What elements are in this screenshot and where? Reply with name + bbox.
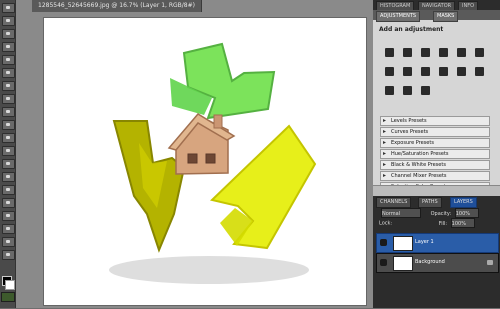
document-area: 1285546_52645669.jpg @ 16.7% (Layer 1, R… <box>16 0 373 308</box>
adjustments-footer <box>373 185 500 196</box>
threshold-icon[interactable] <box>385 86 394 95</box>
pen-tool-icon[interactable] <box>2 185 15 195</box>
adjustments-title: Add an adjustment <box>379 26 444 33</box>
photo-filter-icon[interactable] <box>421 67 431 76</box>
tab-channels[interactable]: CHANNELS <box>376 197 412 208</box>
type-tool-icon[interactable] <box>2 198 15 208</box>
clone-stamp-tool-icon[interactable] <box>2 107 15 117</box>
visibility-eye-icon[interactable] <box>380 259 387 266</box>
lock-icon <box>487 260 493 265</box>
invert-icon[interactable] <box>457 67 467 76</box>
canvas[interactable] <box>44 18 366 305</box>
blend-mode-select[interactable]: Normal <box>381 208 421 218</box>
color-balance-icon[interactable] <box>385 67 394 76</box>
exposure-icon[interactable] <box>439 48 449 57</box>
hue-saturation-icon[interactable] <box>475 48 485 57</box>
visibility-eye-icon[interactable] <box>380 239 387 246</box>
chimney <box>213 114 223 129</box>
preset-black-white[interactable]: Black & White Presets <box>380 160 490 170</box>
gradient-tool-icon[interactable] <box>2 146 15 156</box>
posterize-icon[interactable] <box>475 67 485 76</box>
brush-tool-icon[interactable] <box>2 94 15 104</box>
tab-masks[interactable]: MASKS <box>433 11 459 22</box>
lock-row: Lock: Fill: 100% <box>379 218 497 228</box>
move-tool-icon[interactable] <box>2 3 15 13</box>
tab-adjustments[interactable]: ADJUSTMENTS <box>376 11 421 22</box>
layer-row-layer-1[interactable]: Layer 1 <box>376 233 499 253</box>
healing-brush-tool-icon[interactable] <box>2 81 15 91</box>
document-tab[interactable]: 1285546_52645669.jpg @ 16.7% (Layer 1, R… <box>32 0 202 12</box>
blend-row: Normal Opacity: 100% <box>379 208 497 218</box>
background-color-swatch[interactable] <box>5 280 15 290</box>
tools-panel <box>0 0 16 308</box>
zoom-tool-icon[interactable] <box>2 250 15 260</box>
layers-tabs: CHANNELS PATHS LAYERS <box>373 196 500 208</box>
tab-paths[interactable]: PATHS <box>418 197 442 208</box>
info-panel-tabs: HISTOGRAM NAVIGATOR INFO <box>373 0 500 12</box>
layers-controls: Normal Opacity: 100% Lock: Fill: 100% <box>379 208 497 232</box>
hand-tool-icon[interactable] <box>2 237 15 247</box>
preset-channel-mixer[interactable]: Channel Mixer Presets <box>380 171 490 181</box>
shape-tool-icon[interactable] <box>2 224 15 234</box>
preset-hue-saturation[interactable]: Hue/Saturation Presets <box>380 149 490 159</box>
tab-layers[interactable]: LAYERS <box>450 197 477 208</box>
adjustment-icons <box>383 44 499 101</box>
channel-mixer-icon[interactable] <box>439 67 449 76</box>
layer-name: Background <box>415 259 445 265</box>
crop-tool-icon[interactable] <box>2 55 15 65</box>
blur-tool-icon[interactable] <box>2 159 15 169</box>
adjustments-panel: ADJUSTMENTS MASKS Add an adjustment Leve… <box>373 10 500 196</box>
adjustments-tabs: ADJUSTMENTS MASKS <box>373 10 500 22</box>
adjustment-presets: Levels Presets Curves Presets Exposure P… <box>380 116 490 193</box>
layers-panel: CHANNELS PATHS LAYERS Normal Opacity: 10… <box>373 196 500 308</box>
shadow <box>109 256 309 284</box>
marquee-tool-icon[interactable] <box>2 16 15 26</box>
quick-mask-icon[interactable] <box>1 292 15 302</box>
selective-color-icon[interactable] <box>421 86 431 95</box>
lock-label: Lock: <box>379 220 393 227</box>
brightness-contrast-icon[interactable] <box>385 48 394 57</box>
fill-input[interactable]: 100% <box>450 218 475 228</box>
history-brush-tool-icon[interactable] <box>2 120 15 130</box>
quick-select-tool-icon[interactable] <box>2 42 15 52</box>
path-selection-tool-icon[interactable] <box>2 211 15 221</box>
layer-thumbnail <box>393 256 413 271</box>
fill-label: Fill: <box>438 220 448 227</box>
vibrance-icon[interactable] <box>457 48 467 57</box>
gradient-map-icon[interactable] <box>403 86 413 95</box>
preset-exposure[interactable]: Exposure Presets <box>380 138 490 148</box>
levels-icon[interactable] <box>403 48 413 57</box>
dodge-tool-icon[interactable] <box>2 172 15 182</box>
opacity-input[interactable]: 100% <box>454 208 479 218</box>
preset-levels[interactable]: Levels Presets <box>380 116 490 126</box>
layer-name: Layer 1 <box>415 239 434 245</box>
recycle-artwork <box>109 42 317 284</box>
black-white-icon[interactable] <box>403 67 413 76</box>
window-left <box>187 153 198 164</box>
window-right <box>205 153 216 164</box>
right-panels: HISTOGRAM NAVIGATOR INFO ADJUSTMENTS MAS… <box>373 0 500 308</box>
layer-thumbnail <box>393 236 413 251</box>
layer-row-background[interactable]: Background <box>376 253 499 273</box>
opacity-label: Opacity: <box>430 210 452 217</box>
preset-curves[interactable]: Curves Presets <box>380 127 490 137</box>
curves-icon[interactable] <box>421 48 431 57</box>
eraser-tool-icon[interactable] <box>2 133 15 143</box>
lasso-tool-icon[interactable] <box>2 29 15 39</box>
eyedropper-tool-icon[interactable] <box>2 68 15 78</box>
